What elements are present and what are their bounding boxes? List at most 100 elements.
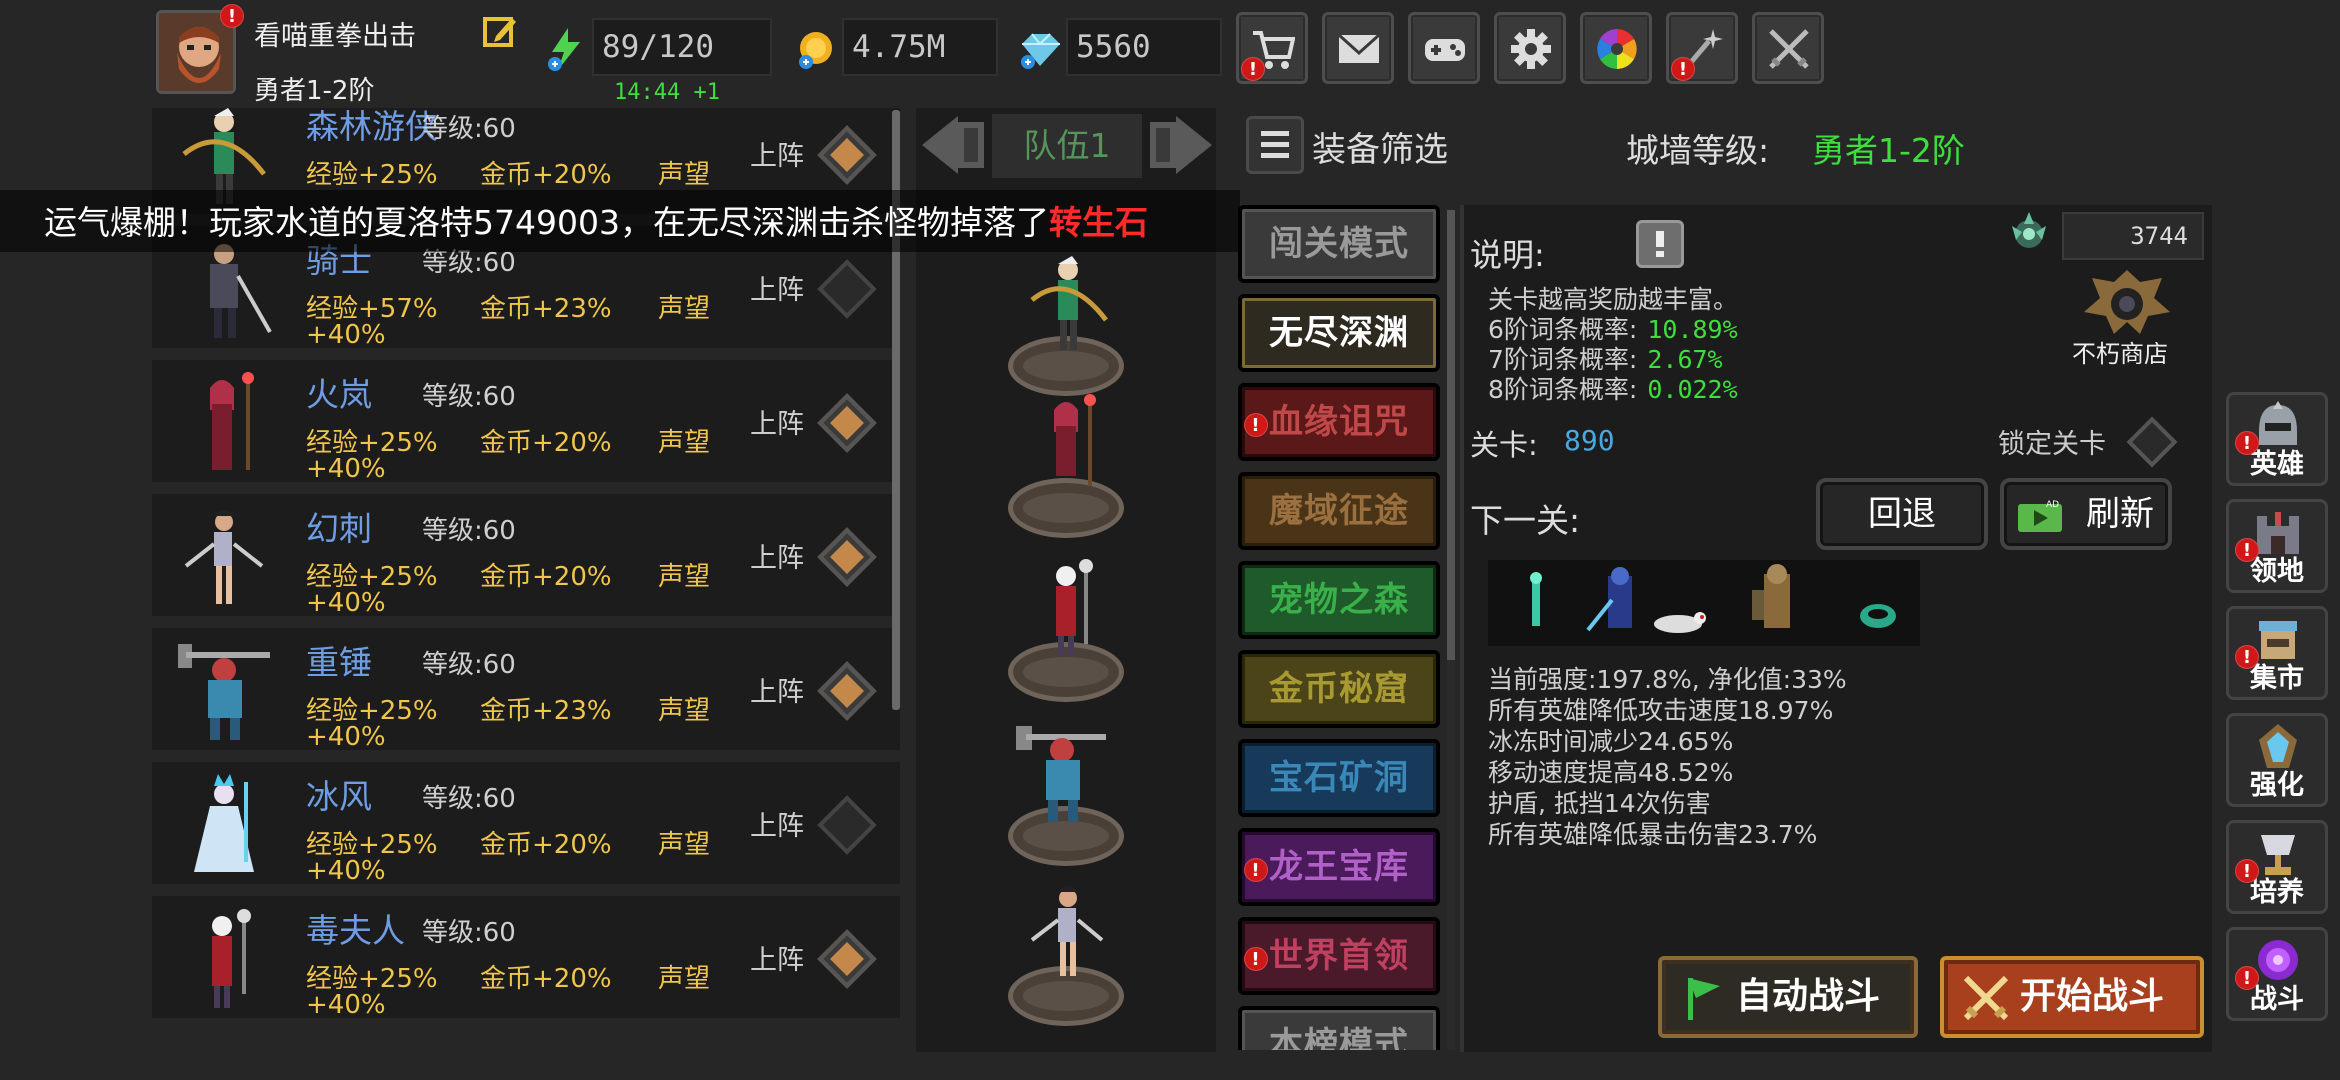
- hero-deploy-toggle[interactable]: [817, 527, 877, 587]
- description-label: 说明:: [1470, 236, 1545, 274]
- info-bulb-icon: [1656, 231, 1664, 257]
- hero-deploy-label[interactable]: 上阵: [750, 670, 804, 709]
- hero-deploy-toggle[interactable]: [817, 661, 877, 721]
- mode-alert-badge: !: [1244, 947, 1268, 971]
- energy-timer: 14:44 +1: [614, 80, 720, 105]
- energy-value: 89/120: [602, 29, 714, 65]
- hero-deploy-toggle[interactable]: [817, 259, 877, 319]
- monster-slime-icon: [1860, 604, 1896, 628]
- team-slot-2[interactable]: [1002, 392, 1132, 552]
- refresh-button[interactable]: AD 刷新: [2000, 478, 2172, 550]
- announcement-item: 转生石: [1048, 203, 1148, 242]
- equipment-filter-label[interactable]: 装备筛选: [1312, 122, 1448, 171]
- player-name: 看喵重拳出击: [254, 21, 416, 52]
- color-wheel-button[interactable]: [1580, 12, 1652, 84]
- side-nav-button[interactable]: 战斗!: [2226, 927, 2328, 1021]
- hero-row[interactable]: 重锤 等级:60 经验+25% 金币+23% 声望 +40% 上阵: [152, 628, 900, 756]
- announcement-text: 运气爆棚！玩家水道的夏洛特5749003，在无尽深渊击杀怪物掉落了转生石: [44, 196, 1148, 244]
- gem-box: 5560: [1066, 18, 1222, 76]
- start-battle-button[interactable]: 开始战斗: [1940, 956, 2204, 1038]
- mode-button[interactable]: 魔域征途: [1238, 472, 1440, 550]
- mode-button[interactable]: 宝石矿洞: [1238, 739, 1440, 817]
- gold-value: 4.75M: [852, 29, 946, 65]
- mode-button[interactable]: 金币秘窟: [1238, 650, 1440, 728]
- auto-battle-button[interactable]: 自动战斗: [1658, 956, 1918, 1038]
- mode-button[interactable]: 龙王宝库!: [1238, 828, 1440, 906]
- mode-label: 宝石矿洞: [1269, 758, 1409, 798]
- hero-deploy-toggle[interactable]: [817, 795, 877, 855]
- hero-reputation-value: +40%: [306, 454, 386, 484]
- mode-button[interactable]: 宠物之森: [1238, 561, 1440, 639]
- hero-row[interactable]: 火岚 等级:60 经验+25% 金币+20% 声望 +40% 上阵: [152, 360, 900, 488]
- immortal-shop-button[interactable]: [2082, 268, 2172, 338]
- stage-value: 890: [1564, 424, 1615, 457]
- side-nav-alert-badge: !: [2235, 966, 2259, 990]
- hero-deploy-toggle[interactable]: [817, 929, 877, 989]
- hero-deploy-label[interactable]: 上阵: [750, 134, 804, 173]
- hero-deploy-label[interactable]: 上阵: [750, 268, 804, 307]
- lock-stage-label: 锁定关卡: [1998, 429, 2106, 460]
- player-rank: 勇者1-2阶: [254, 76, 375, 106]
- mode-button[interactable]: 血缘诅咒!: [1238, 383, 1440, 461]
- immortal-currency-value: 3744: [2062, 212, 2204, 260]
- wall-level-label: 城墙等级:: [1626, 131, 1770, 170]
- hero-row[interactable]: 毒夫人 等级:60 经验+25% 金币+20% 声望 +40% 上阵: [152, 896, 900, 1024]
- equipment-filter-button[interactable]: [1246, 116, 1304, 174]
- hero-deploy-toggle[interactable]: [817, 393, 877, 453]
- hero-row[interactable]: 冰风 等级:60 经验+25% 金币+20% 声望 +40% 上阵: [152, 762, 900, 890]
- team-slot-5[interactable]: [1002, 880, 1132, 1040]
- mode-button[interactable]: 无尽深渊: [1238, 294, 1440, 372]
- sparkle-button[interactable]: !: [1666, 12, 1738, 84]
- side-nav-button[interactable]: 英雄!: [2226, 392, 2328, 486]
- edit-name-button[interactable]: [482, 14, 518, 50]
- mail-button[interactable]: [1322, 12, 1394, 84]
- hero-deploy-label[interactable]: 上阵: [750, 402, 804, 441]
- mode-button[interactable]: 闯关模式: [1238, 205, 1440, 283]
- team-prev-button[interactable]: [918, 110, 988, 180]
- side-nav-alert-badge: !: [2235, 645, 2259, 669]
- next-stage-label: 下一关:: [1470, 501, 1581, 540]
- settings-button[interactable]: [1494, 12, 1566, 84]
- hero-level: 等级:60: [422, 918, 516, 948]
- mode-button[interactable]: 世界首领!: [1238, 917, 1440, 995]
- hero-deploy-label[interactable]: 上阵: [750, 536, 804, 575]
- gamepad-button[interactable]: [1408, 12, 1480, 84]
- hero-reputation-value: +40%: [306, 990, 386, 1020]
- team-slot-4[interactable]: [1002, 720, 1132, 880]
- mode-list[interactable]: 闯关模式无尽深渊血缘诅咒! 魔域征途宠物之森金币秘窟宝石矿洞龙王宝库! 世界首领! 本…: [1238, 205, 1448, 1050]
- avatar-alert-badge: !: [220, 4, 244, 28]
- back-button[interactable]: 回退: [1816, 478, 1988, 550]
- description-value: [1738, 285, 1748, 314]
- side-nav-button[interactable]: 强化: [2226, 713, 2328, 807]
- immortal-shop-label[interactable]: 不朽商店: [2072, 334, 2168, 369]
- side-nav-button[interactable]: 集市!: [2226, 606, 2328, 700]
- hero-gold-bonus: 金币+23%: [480, 294, 612, 324]
- hero-name: 火岚: [306, 375, 372, 414]
- battle-swords-button[interactable]: [1752, 12, 1824, 84]
- gold-coin-icon: [796, 26, 836, 72]
- description-line: 8阶词条概率: 0.022%: [1488, 370, 1738, 406]
- energy-icon: [546, 26, 586, 72]
- team-next-button[interactable]: [1146, 110, 1216, 180]
- team-slot-3[interactable]: [1002, 556, 1132, 716]
- team-slot-1[interactable]: [1002, 250, 1132, 410]
- shop-cart-button[interactable]: !: [1236, 12, 1308, 84]
- hero-deploy-toggle[interactable]: [817, 125, 877, 185]
- mode-button[interactable]: 本榜模式: [1238, 1006, 1440, 1050]
- phantom-assassin-sprite-icon: [184, 510, 264, 604]
- ad-video-icon: AD: [2018, 500, 2062, 532]
- hero-deploy-label[interactable]: 上阵: [750, 804, 804, 843]
- side-nav-button[interactable]: 培养!: [2226, 820, 2328, 914]
- mode-label: 血缘诅咒: [1269, 402, 1409, 442]
- mode-list-scrollbar[interactable]: [1447, 210, 1455, 660]
- monster-rat-icon: [1654, 612, 1706, 633]
- side-nav-button[interactable]: 领地!: [2226, 499, 2328, 593]
- tip-button[interactable]: [1636, 220, 1684, 268]
- hero-gold-bonus: 金币+20%: [480, 428, 612, 458]
- hero-deploy-label[interactable]: 上阵: [750, 938, 804, 977]
- hero-row[interactable]: 幻刺 等级:60 经验+25% 金币+20% 声望 +40% 上阵: [152, 494, 900, 622]
- announcement-message: 运气爆棚！玩家水道的夏洛特5749003，在无尽深渊击杀怪物掉落了: [44, 203, 1049, 242]
- hero-reputation-value: +40%: [306, 722, 386, 752]
- hero-gold-bonus: 金币+23%: [480, 696, 612, 726]
- side-nav-alert-badge: !: [2235, 431, 2259, 455]
